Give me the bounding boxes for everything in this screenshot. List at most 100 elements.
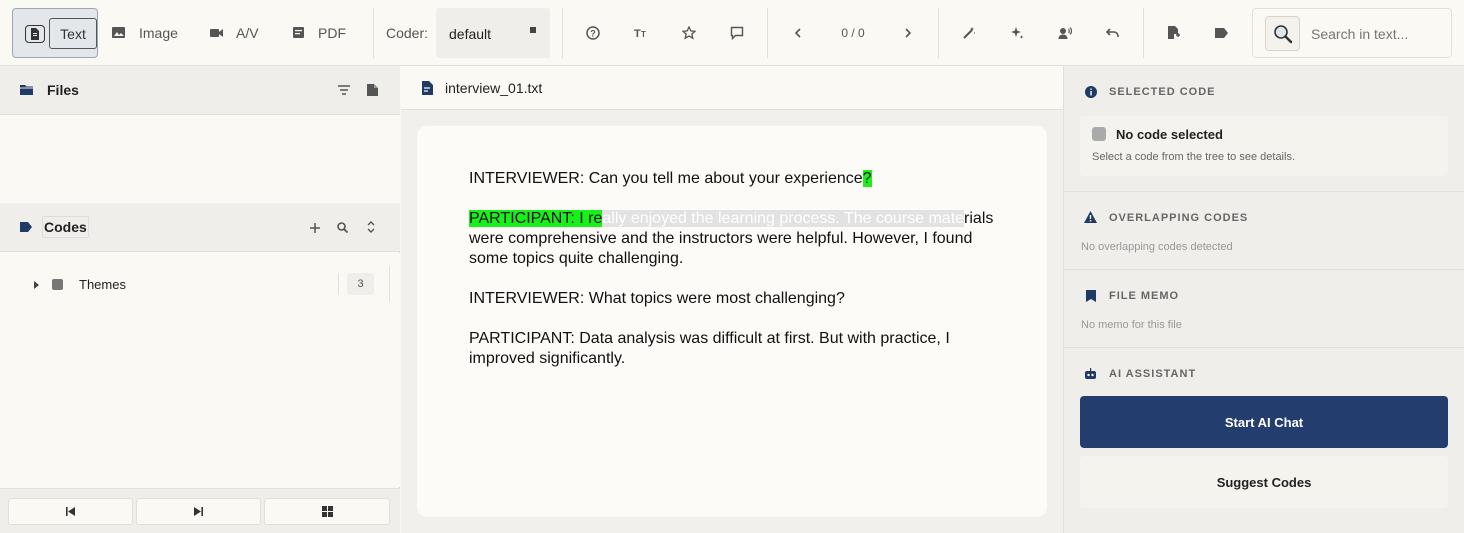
label-icon — [20, 222, 32, 232]
search-input[interactable] — [1311, 23, 1441, 45]
svg-text:T: T — [641, 30, 646, 39]
speaker-button[interactable] — [1053, 21, 1077, 45]
search-button[interactable] — [1265, 16, 1300, 51]
add-note-button[interactable] — [1162, 21, 1186, 45]
undo-button[interactable] — [1101, 21, 1125, 45]
image-mode-tab[interactable]: Image — [112, 8, 178, 58]
document-header: interview_01.txt — [401, 66, 1063, 110]
code-count-badge: 3 — [347, 273, 374, 295]
ai-sparkle-button[interactable] — [1005, 21, 1029, 45]
help-button[interactable]: ? — [581, 21, 605, 45]
coded-highlight[interactable]: PARTICIPANT: I re — [469, 210, 603, 227]
robot-icon — [1085, 368, 1096, 379]
new-file-icon[interactable] — [367, 84, 378, 96]
code-label: Themes — [79, 277, 126, 292]
codes-header: Codes — [0, 203, 400, 252]
text-paragraph: INTERVIEWER: What topics were most chall… — [469, 290, 845, 307]
bookmark-icon — [1086, 290, 1096, 302]
code-divider — [338, 273, 339, 295]
document-page[interactable]: INTERVIEWER: Can you tell me about your … — [417, 126, 1047, 517]
selected-code-title: SELECTED CODE — [1109, 86, 1216, 98]
chevron-right-icon — [905, 28, 912, 38]
last-page-button[interactable] — [136, 498, 261, 525]
comment-button[interactable] — [725, 21, 749, 45]
coder-value: default — [449, 26, 492, 42]
sparkle-icon — [1011, 27, 1024, 39]
overlapping-codes-text: No overlapping codes detected — [1081, 241, 1233, 253]
code-color-swatch — [1092, 127, 1106, 141]
favorite-button[interactable] — [677, 21, 701, 45]
av-mode-tab[interactable]: A/V — [210, 8, 259, 58]
files-list — [0, 115, 400, 203]
file-memo-section: FILE MEMO No memo for this file — [1064, 270, 1464, 348]
video-icon — [210, 29, 223, 37]
folder-icon — [20, 85, 33, 95]
expand-collapse-icon[interactable] — [367, 221, 375, 233]
grid-view-button[interactable] — [264, 498, 390, 525]
caret-right-icon[interactable] — [34, 280, 40, 290]
text-paragraph: INTERVIEWER: Can you tell me about your … — [469, 169, 999, 189]
tag-button[interactable] — [1210, 21, 1234, 45]
no-code-label: No code selected — [1116, 127, 1223, 142]
add-icon[interactable] — [310, 223, 320, 233]
document-viewer: interview_01.txt INTERVIEWER: Can you te… — [401, 66, 1063, 533]
pdf-mode-label: PDF — [318, 25, 346, 41]
warning-icon — [1084, 211, 1097, 223]
image-mode-label: Image — [139, 25, 178, 41]
search-icon[interactable] — [337, 222, 348, 233]
skip-previous-icon — [66, 507, 75, 516]
document-filename: interview_01.txt — [445, 80, 543, 96]
toolbar-divider — [938, 8, 939, 58]
av-mode-label: A/V — [236, 25, 259, 41]
overlapping-codes-title: OVERLAPPING CODES — [1109, 212, 1249, 224]
start-ai-chat-button[interactable]: Start AI Chat — [1080, 396, 1448, 448]
filter-icon[interactable] — [338, 85, 350, 95]
next-button[interactable] — [896, 21, 920, 45]
chevron-left-icon — [794, 28, 801, 38]
undo-icon — [1106, 28, 1119, 37]
text-paragraph: PARTICIPANT: Data analysis was difficult… — [469, 330, 950, 367]
suggest-codes-button[interactable]: Suggest Codes — [1080, 456, 1448, 508]
text-selection[interactable]: ally enjoyed the learning process. The c… — [602, 210, 965, 227]
svg-text:?: ? — [590, 29, 596, 39]
pdf-mode-tab[interactable]: PDF — [293, 8, 346, 58]
overlapping-codes-section: OVERLAPPING CODES No overlapping codes d… — [1064, 192, 1464, 270]
ai-assistant-section: AI ASSISTANT Start AI Chat Suggest Codes — [1064, 348, 1464, 533]
bottom-controls — [0, 488, 400, 533]
comment-icon — [730, 26, 744, 40]
coded-highlight[interactable]: ? — [862, 170, 872, 187]
help-icon: ? — [586, 26, 600, 40]
pdf-icon — [293, 27, 304, 38]
magic-wand-button[interactable] — [957, 21, 981, 45]
search-icon — [1273, 24, 1292, 43]
toolbar-divider — [1143, 8, 1144, 58]
text-paragraph: PARTICIPANT: I really enjoyed the learni… — [469, 209, 999, 269]
left-sidebar: Files Codes Themes 3 — [0, 66, 400, 533]
code-color-swatch — [52, 279, 63, 290]
selected-code-card: No code selected Select a code from the … — [1080, 116, 1448, 176]
document-text[interactable]: INTERVIEWER: Can you tell me about your … — [469, 169, 999, 369]
file-memo-text: No memo for this file — [1081, 319, 1182, 331]
grid-icon — [321, 506, 333, 517]
note-add-icon — [1168, 26, 1180, 39]
files-header: Files — [0, 66, 400, 115]
star-icon — [682, 26, 696, 40]
navigation-counter: 0 / 0 — [841, 26, 865, 40]
coder-select[interactable]: default — [436, 8, 550, 58]
code-tree-item[interactable]: Themes 3 — [0, 266, 390, 302]
files-title: Files — [47, 82, 79, 98]
text-size-button[interactable]: TT — [629, 21, 653, 45]
dropdown-icon — [530, 27, 536, 33]
previous-button[interactable] — [786, 21, 810, 45]
selected-code-section: SELECTED CODE No code selected Select a … — [1064, 66, 1464, 192]
coder-label: Coder: — [386, 25, 429, 41]
text-mode-label: Text — [49, 18, 97, 49]
toolbar-divider — [767, 8, 768, 58]
first-page-button[interactable] — [8, 498, 133, 525]
magic-wand-icon — [963, 27, 976, 39]
no-code-hint: Select a code from the tree to see detai… — [1092, 151, 1296, 163]
search-box[interactable] — [1252, 8, 1452, 58]
right-sidebar: SELECTED CODE No code selected Select a … — [1063, 66, 1464, 533]
text-file-icon — [25, 25, 45, 43]
text-mode-tab[interactable]: Text — [12, 8, 98, 58]
